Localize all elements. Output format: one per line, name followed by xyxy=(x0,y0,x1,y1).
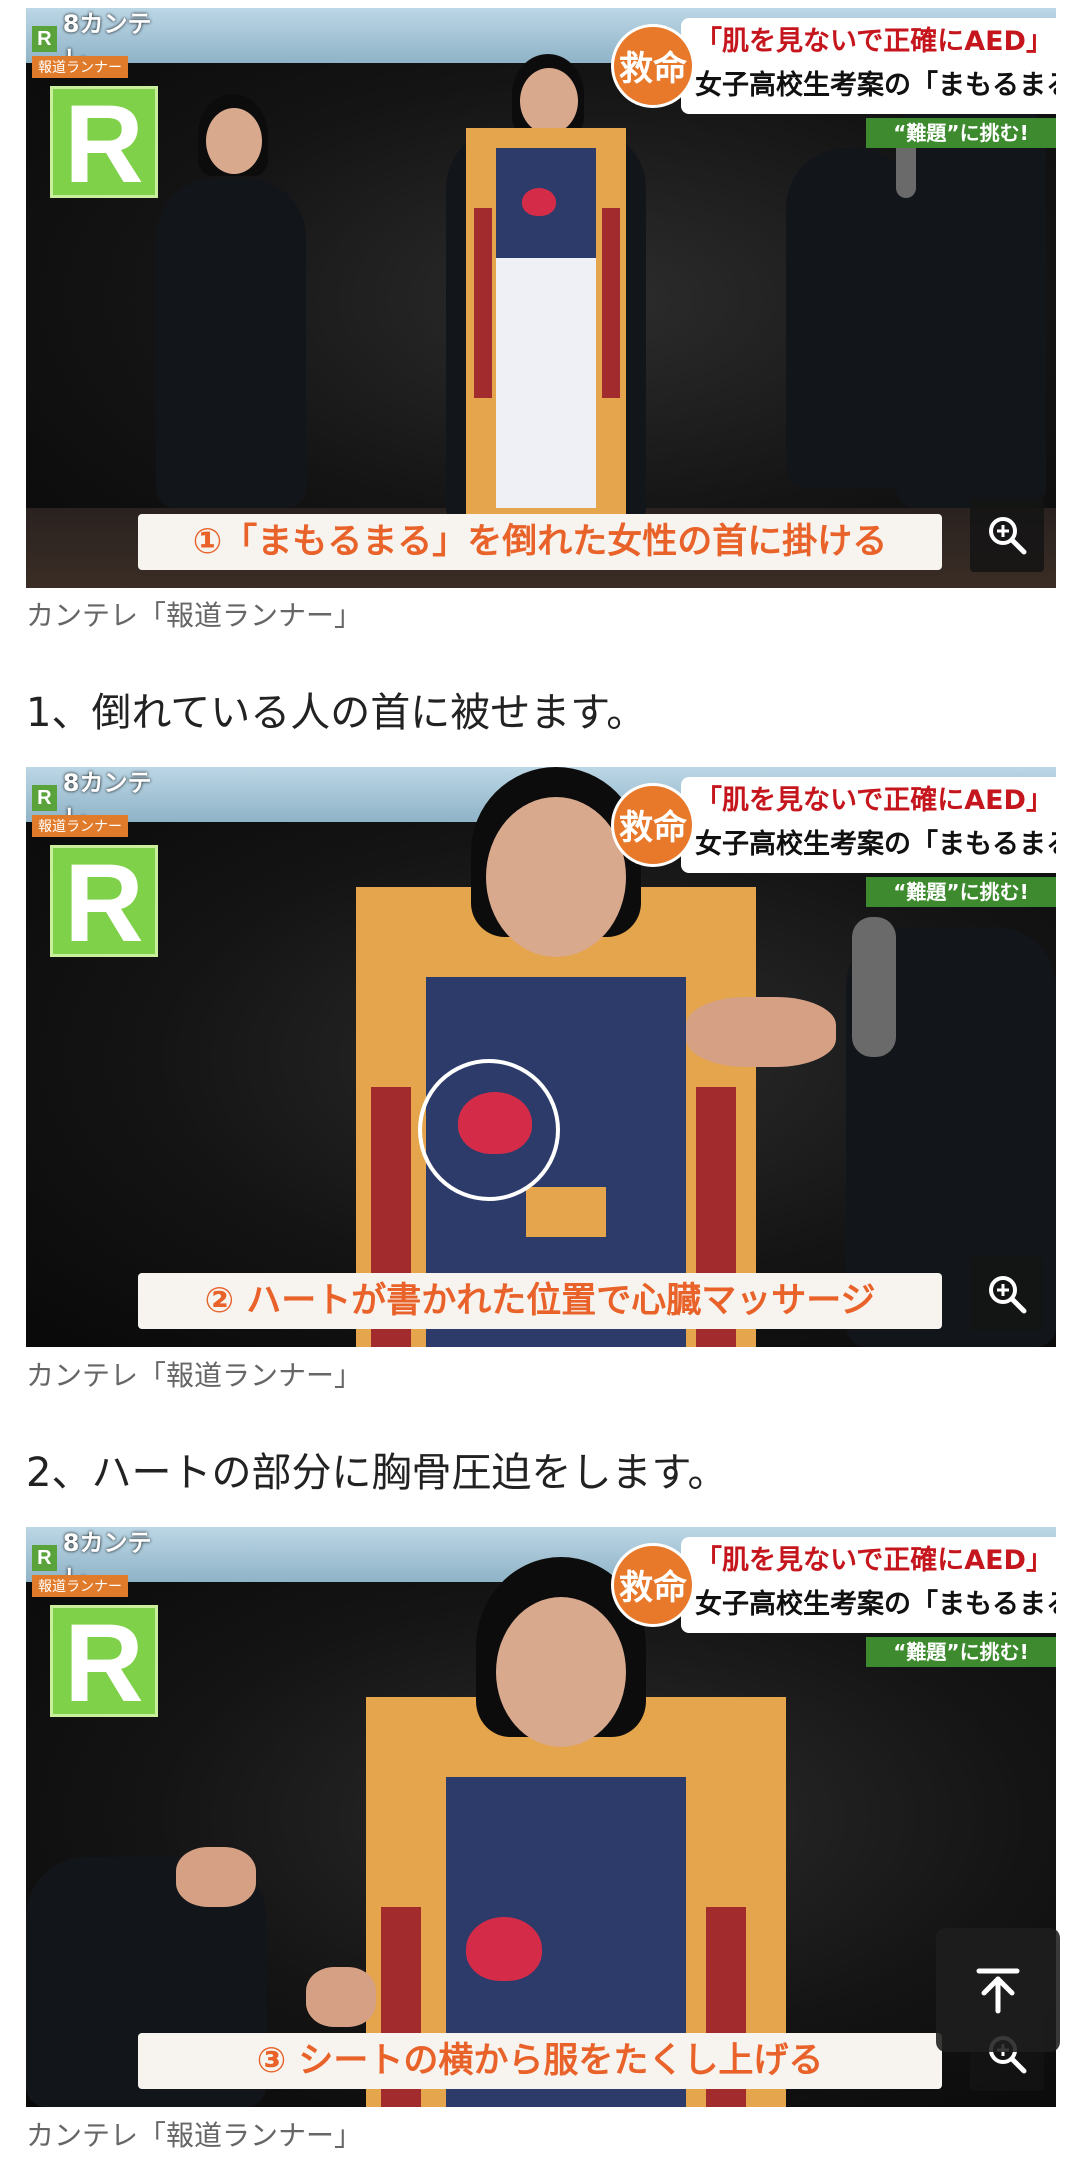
headline-badge: 救命 xyxy=(611,1543,695,1627)
headline-strip: “難題”に挑む! xyxy=(866,1637,1056,1667)
arrow-up-to-top-icon xyxy=(976,1968,1020,2014)
channel-logo: R 8カンテレ 報道ランナー R xyxy=(30,1529,170,1720)
logo-mark-small: R xyxy=(32,785,57,811)
logo-program: 報道ランナー xyxy=(32,1575,128,1597)
image-credit: カンテレ「報道ランナー」 xyxy=(26,1359,363,1392)
logo-mark-large: R xyxy=(50,86,158,201)
headline-badge: 救命 xyxy=(611,24,695,108)
scroll-to-top-button[interactable] xyxy=(936,1928,1060,2052)
logo-mark-large: R xyxy=(50,845,158,960)
headline-badge: 救命 xyxy=(611,783,695,867)
news-image-2[interactable]: R 8カンテレ 報道ランナー R 「肌を見ないで正確にAED」 女子高校生考案の… xyxy=(26,767,1056,1347)
news-image-3[interactable]: R 8カンテレ 報道ランナー R 「肌を見ないで正確にAED」 女子高校生考案の… xyxy=(26,1527,1056,2107)
headline-strip: “難題”に挑む! xyxy=(866,877,1056,907)
image-caption: ③ シートの横から服をたくし上げる xyxy=(138,2033,942,2089)
image-caption: ② ハートが書かれた位置で心臓マッサージ xyxy=(138,1273,942,1329)
zoom-in-icon xyxy=(989,517,1027,555)
step-text: 1、倒れている人の首に被せます。 xyxy=(26,690,647,736)
image-credit: カンテレ「報道ランナー」 xyxy=(26,599,363,632)
image-caption: ①「まもるまる」を倒れた女性の首に掛ける xyxy=(138,514,942,570)
headline-line-1: 「肌を見ないで正確にAED」 xyxy=(695,26,1053,57)
zoom-in-icon xyxy=(989,1276,1027,1314)
image-credit: カンテレ「報道ランナー」 xyxy=(26,2119,363,2152)
logo-program: 報道ランナー xyxy=(32,815,128,837)
logo-mark-small: R xyxy=(32,26,57,52)
headline-strip: “難題”に挑む! xyxy=(866,118,1056,148)
logo-mark-small: R xyxy=(32,1545,57,1571)
zoom-button[interactable] xyxy=(970,498,1044,572)
channel-logo: R 8カンテレ 報道ランナー R xyxy=(30,10,170,201)
headline-line-1: 「肌を見ないで正確にAED」 xyxy=(695,785,1053,816)
zoom-button[interactable] xyxy=(970,1257,1044,1331)
headline-line-2: 女子高校生考案の「まもるまる」 xyxy=(695,70,1056,101)
headline-line-2: 女子高校生考案の「まもるまる」 xyxy=(695,829,1056,860)
news-image-1[interactable]: R 8カンテレ 報道ランナー R 「肌を見ないで正確にAED」 女子高校生考案の… xyxy=(26,8,1056,588)
headline-line-1: 「肌を見ないで正確にAED」 xyxy=(695,1545,1053,1576)
channel-logo: R 8カンテレ 報道ランナー R xyxy=(30,769,170,960)
step-text: 2、ハートの部分に胸骨圧迫をします。 xyxy=(26,1450,728,1496)
logo-mark-large: R xyxy=(50,1605,158,1720)
headline-line-2: 女子高校生考案の「まもるまる」 xyxy=(695,1589,1056,1620)
heart-highlight-circle xyxy=(418,1059,560,1201)
logo-program: 報道ランナー xyxy=(32,56,128,78)
